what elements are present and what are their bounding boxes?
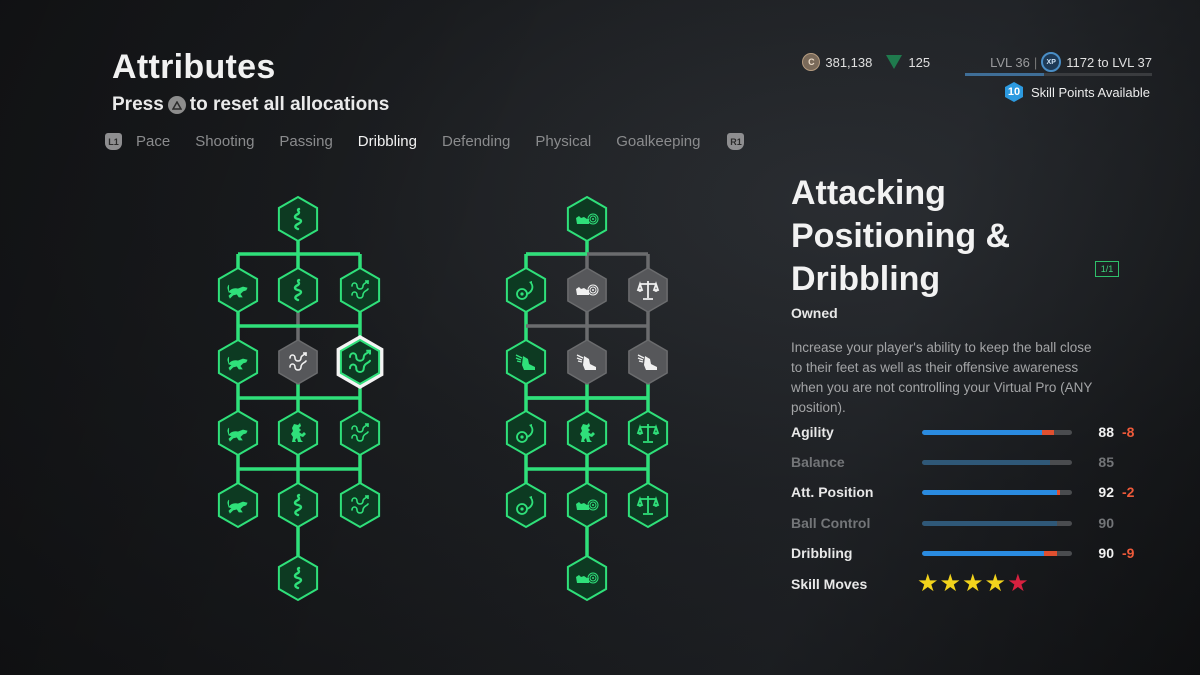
stat-bar xyxy=(922,550,1072,556)
stat-row: Att. Position 92 -2 xyxy=(791,482,1134,502)
stat-bar xyxy=(922,489,1072,495)
points-balance: 125 xyxy=(908,54,931,70)
star-icon: ★ xyxy=(962,570,984,597)
stat-bar-fill xyxy=(922,550,1044,556)
skill-points-count: 10 xyxy=(1005,82,1023,102)
perk-status: Owned xyxy=(791,305,838,321)
skill-node-dribble-path[interactable] xyxy=(278,339,318,385)
stat-row: Balance 85 xyxy=(791,452,1114,472)
stat-bar xyxy=(922,429,1072,435)
perk-count-badge: 1/1 xyxy=(1095,261,1119,277)
stat-label: Dribbling xyxy=(791,545,853,561)
skill-moves-row: Skill Moves ★ ★ ★ ★ ★ xyxy=(791,570,1029,597)
skill-node-ball-curve[interactable] xyxy=(505,409,547,457)
stat-bar-fill xyxy=(922,429,1042,435)
stat-bar xyxy=(922,520,1072,526)
skill-node-dribble-path[interactable] xyxy=(339,481,381,529)
perk-title-line-2: Positioning & xyxy=(791,217,1011,255)
skill-node-cheetah[interactable] xyxy=(217,481,259,529)
skill-node-boot-target[interactable] xyxy=(567,267,607,313)
stat-row: Agility 88 -8 xyxy=(791,422,1134,442)
stat-bar-penalty xyxy=(1043,550,1057,556)
skill-moves-stars: ★ ★ ★ ★ ★ xyxy=(917,570,1029,597)
stat-delta: -9 xyxy=(1122,545,1135,561)
stat-bar-fill xyxy=(922,459,1050,465)
skill-node-dribble-path[interactable] xyxy=(339,409,381,457)
skill-node-lion[interactable] xyxy=(277,409,319,457)
stat-label: Ball Control xyxy=(791,515,871,531)
xp-to-next-level: 1172 to LVL 37 xyxy=(1066,54,1152,70)
stat-value: 92 xyxy=(1098,484,1114,500)
star-icon: ★ xyxy=(1007,570,1029,597)
stat-delta: -2 xyxy=(1122,484,1135,500)
stat-value: 85 xyxy=(1098,454,1114,470)
coin-icon: C xyxy=(802,53,821,71)
skill-node-scales[interactable] xyxy=(627,481,669,529)
level-separator: | xyxy=(1033,54,1038,70)
star-icon: ★ xyxy=(984,570,1007,597)
star-icon: ★ xyxy=(939,570,962,597)
stat-bar-penalty xyxy=(1042,429,1054,435)
stat-row: Dribbling 90 -9 xyxy=(791,543,1134,563)
skill-node-snake[interactable] xyxy=(277,266,319,314)
perk-detail: Attacking Positioning & Dribbling xyxy=(791,172,1151,301)
skill-node-scales[interactable] xyxy=(628,267,668,313)
skill-node-ball-curve[interactable] xyxy=(505,481,547,529)
stat-value: 90 xyxy=(1098,515,1114,531)
stat-value: 90 xyxy=(1098,545,1114,561)
skill-node-cheetah[interactable] xyxy=(217,266,259,314)
star-icon: ★ xyxy=(917,570,939,597)
coin-balance: 381,138 xyxy=(825,54,873,70)
skill-node-snake[interactable] xyxy=(277,554,319,602)
xp-progress-fill xyxy=(965,73,1044,76)
skill-node-boot-target[interactable] xyxy=(566,195,608,243)
skill-node-ball-curve[interactable] xyxy=(505,266,547,314)
skill-points-label: Skill Points Available xyxy=(1031,84,1150,100)
perk-title-line-1: Attacking xyxy=(791,174,946,212)
stat-bar-fill xyxy=(922,520,1057,526)
skill-node-dribble-path[interactable] xyxy=(339,266,381,314)
stat-label: Agility xyxy=(791,424,834,440)
skill-node-cheetah[interactable] xyxy=(217,409,259,457)
stat-bar xyxy=(922,459,1072,465)
skill-points: 10 Skill Points Available xyxy=(1005,82,1150,102)
stat-value: 88 xyxy=(1098,424,1114,440)
current-level: LVL 36 xyxy=(990,54,1030,70)
perk-description: Increase your player's ability to keep t… xyxy=(791,340,1093,415)
skill-node-boot-target[interactable] xyxy=(566,554,608,602)
skill-node-dribble-path[interactable] xyxy=(336,335,384,389)
skill-node-snake[interactable] xyxy=(277,195,319,243)
skill-node-boot-target[interactable] xyxy=(566,481,608,529)
xp-progress-bar xyxy=(965,73,1152,76)
skill-node-winged-boot[interactable] xyxy=(567,339,607,385)
skill-node-lion[interactable] xyxy=(566,409,608,457)
stat-bar-fill xyxy=(922,489,1057,495)
skill-trees xyxy=(217,195,669,602)
stat-bar-penalty xyxy=(1057,489,1060,495)
skill-node-cheetah[interactable] xyxy=(217,338,259,386)
skill-node-snake[interactable] xyxy=(277,481,319,529)
stat-label: Att. Position xyxy=(791,484,874,500)
skill-node-scales[interactable] xyxy=(627,409,669,457)
stat-delta: -8 xyxy=(1122,424,1135,440)
points-icon xyxy=(886,55,903,69)
stat-label: Balance xyxy=(791,454,845,470)
stat-row: Ball Control 90 xyxy=(791,513,1114,533)
skill-node-winged-boot[interactable] xyxy=(628,339,668,385)
skill-moves-label: Skill Moves xyxy=(791,576,868,592)
currency-level-hud: C 381,138 125 LVL 36 | XP 1172 to LVL 37 xyxy=(802,52,1152,72)
xp-icon: XP xyxy=(1041,52,1062,72)
skill-node-winged-boot[interactable] xyxy=(505,338,547,386)
